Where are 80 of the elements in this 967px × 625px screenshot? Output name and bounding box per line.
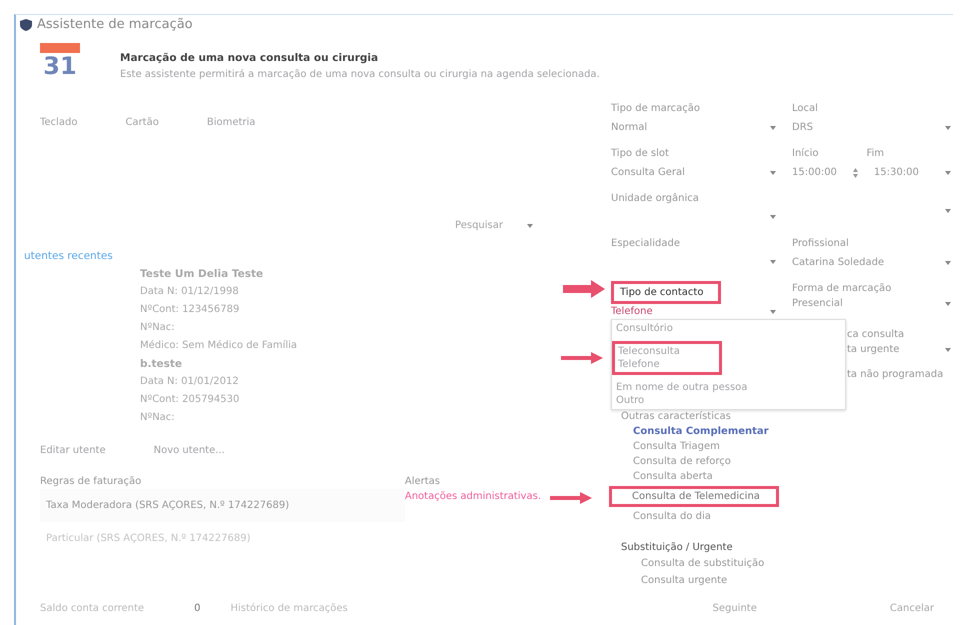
input-mode-tab[interactable]: Teclado <box>40 115 78 130</box>
characteristic-option[interactable]: Consulta do dia <box>621 509 951 524</box>
dialog-subtitle: Este assistente permitirá a marcação de uma nova consulta ou cirurgia na agenda selecionada. <box>120 68 600 82</box>
patient-detail: Médico: Sem Médico de Família <box>140 338 298 353</box>
field-label: Profissional <box>792 237 849 251</box>
billing-label: Regras de faturação <box>40 474 142 489</box>
search-button[interactable]: Pesquisar <box>455 218 503 233</box>
field-value: Consulta Geral <box>611 166 685 180</box>
field-label: Tipo de marcação <box>611 102 702 116</box>
caret-icon <box>945 209 951 213</box>
caret-icon <box>945 170 951 174</box>
window-title: Assistente de marcação <box>37 16 193 34</box>
patient-detail: NºCont: 205794530 <box>140 392 240 407</box>
dialog-button[interactable]: Seguinte <box>704 596 766 621</box>
dropdown-option[interactable]: Outro <box>616 394 841 407</box>
patient-action-button[interactable]: Novo utente... <box>154 442 225 458</box>
arrow-icon <box>561 351 603 365</box>
caret-icon <box>770 126 776 130</box>
caret-icon <box>770 214 776 218</box>
field-value: 15:00:00 <box>792 166 837 180</box>
caret-icon <box>945 302 951 306</box>
section-label: Outras características <box>621 410 732 424</box>
input-mode-tab[interactable]: Cartão <box>125 115 159 130</box>
caret-icon <box>527 224 533 228</box>
dropdown-option[interactable]: Teleconsulta <box>618 345 716 358</box>
field-value: Catarina Soledade <box>792 256 884 270</box>
dropdown-option[interactable]: Consultório <box>616 322 841 335</box>
field-label: Fim <box>866 147 884 161</box>
characteristic-option[interactable]: Consulta Triagem <box>621 439 951 454</box>
field-value: Presencial <box>792 297 843 311</box>
recent-patients-title: utentes recentes <box>23 249 114 264</box>
field-label: ca consulta <box>847 328 906 342</box>
dialog-heading: Marcação de uma nova consulta ou cirurgia <box>120 51 380 66</box>
history-button[interactable]: Histórico de marcações <box>230 601 348 616</box>
patient-detail: Data N: 01/01/2012 <box>140 374 240 389</box>
field-value: 15:30:00 <box>874 166 919 180</box>
annotations-link[interactable]: Anotações administrativas. <box>404 488 541 504</box>
urgent-option[interactable]: Consulta de substituição <box>621 555 951 572</box>
checkbox-label[interactable]: ta não programada <box>847 367 951 382</box>
arrow-icon <box>563 278 605 300</box>
input-mode-tab[interactable]: Biometria <box>206 115 256 130</box>
section-label: Substituição / Urgente <box>621 541 734 555</box>
alerts-label: Alertas <box>404 474 442 489</box>
field-label: Tipo de slot <box>611 147 670 161</box>
patient-detail: NºCont: 123456789 <box>140 302 240 317</box>
patient-name[interactable]: b.teste <box>140 354 541 373</box>
field-value: ta urgente <box>847 343 900 357</box>
patient-action-button[interactable]: Editar utente <box>40 442 106 458</box>
field-value: Normal <box>611 121 648 135</box>
dialog-button[interactable]: Cancelar <box>880 596 943 621</box>
characteristic-option[interactable]: Consulta de reforço <box>621 454 951 469</box>
caret-icon <box>945 260 951 264</box>
characteristic-option[interactable]: Consulta aberta <box>621 469 951 484</box>
shield-icon <box>20 19 32 31</box>
field-value: DRS <box>792 121 813 135</box>
field-label: Especialidade <box>611 237 681 251</box>
dropdown-option[interactable]: Em nome de outra pessoa <box>616 381 841 394</box>
patient-detail: Data N: 01/12/1998 <box>140 284 240 299</box>
caret-icon <box>770 310 776 314</box>
spinner-icon[interactable] <box>852 168 858 178</box>
field-value: Telefone <box>611 305 653 319</box>
field-label: Início <box>792 147 818 161</box>
caret-icon <box>945 126 951 130</box>
patient-detail: NºNac: <box>140 320 176 335</box>
caret-icon <box>945 348 951 352</box>
field-label: Unidade orgânica <box>611 192 700 206</box>
caret-icon <box>770 170 776 174</box>
characteristic-option[interactable]: Consulta Complementar <box>621 424 951 439</box>
caret-icon <box>770 260 776 264</box>
patient-detail: NºNac: <box>140 410 176 425</box>
field-label: Forma de marcação <box>792 282 892 296</box>
balance-label: Saldo conta corrente <box>40 602 144 616</box>
dropdown-option[interactable]: Telefone <box>618 358 716 371</box>
field-label: Tipo de contacto <box>611 281 721 304</box>
urgent-option[interactable]: Consulta urgente <box>621 572 951 589</box>
billing-rule[interactable]: Particular (SRS AÇORES, N.º 174227689) <box>40 522 405 555</box>
balance-value: 0 <box>194 602 200 616</box>
arrow-icon <box>550 491 592 505</box>
patient-name[interactable]: Teste Um Delia Teste <box>140 264 541 283</box>
field-label: Local <box>792 102 818 116</box>
